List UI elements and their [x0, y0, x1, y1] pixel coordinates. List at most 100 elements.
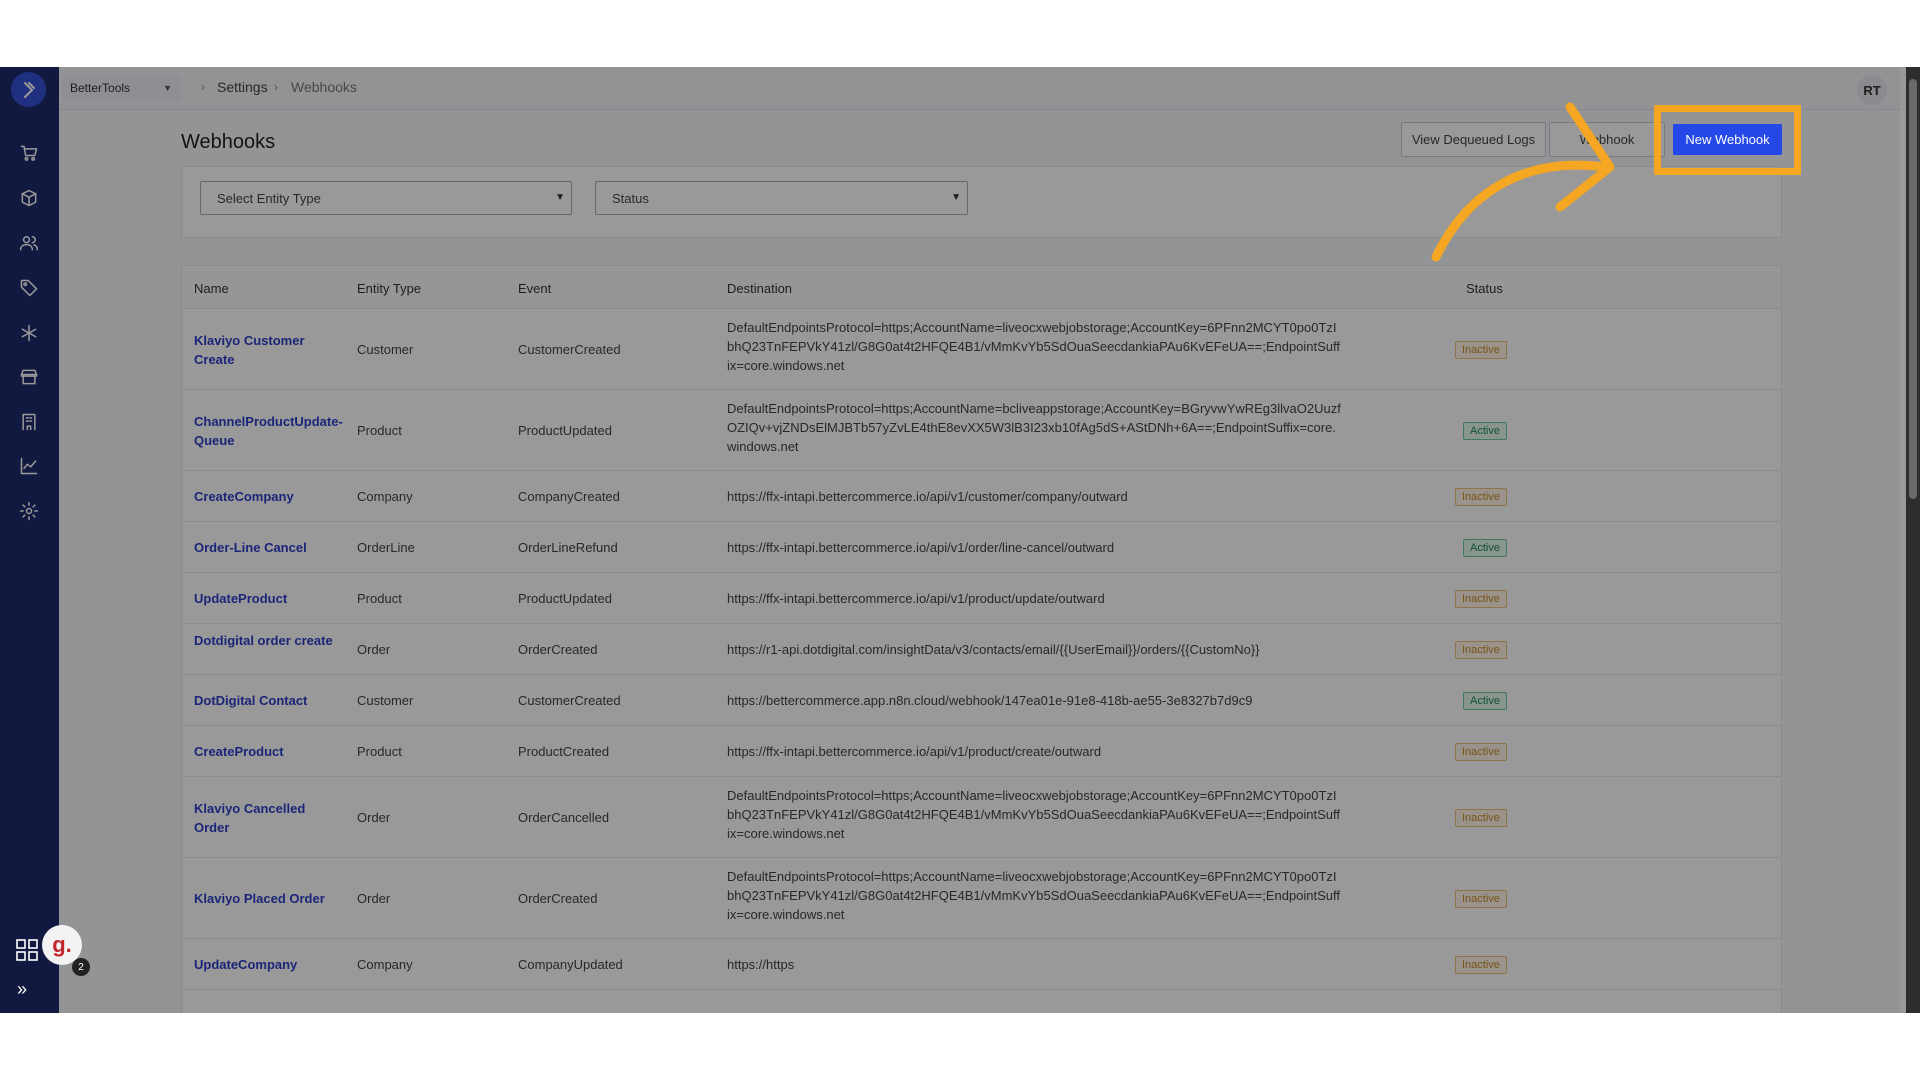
entity-type-cell: Product [357, 423, 402, 438]
users-icon[interactable] [17, 231, 41, 255]
webhooks-table: Name Entity Type Event Destination Statu… [181, 265, 1782, 1013]
webhook-name-link[interactable]: Order-Line Cancel [194, 538, 344, 557]
new-webhook-button[interactable]: New Webhook [1673, 124, 1782, 155]
table-header: Name Entity Type Event Destination Statu… [182, 266, 1781, 309]
webhook-name-link[interactable]: ChannelProductUpdate-Queue [194, 412, 344, 450]
webhook-name-link[interactable]: UpdateProduct [194, 589, 344, 608]
webhook-name-link[interactable]: CreateProduct [194, 742, 344, 761]
webhook-name-link[interactable]: Dotdigital order create [194, 631, 344, 650]
entity-type-value: Select Entity Type [217, 191, 321, 206]
scrollbar-thumb[interactable] [1909, 79, 1917, 499]
status-badge: Inactive [1455, 743, 1507, 761]
event-cell: CustomerCreated [518, 342, 621, 357]
sidebar [0, 67, 59, 1013]
col-event: Event [518, 281, 552, 296]
table-row[interactable]: Klaviyo Placed Order Order OrderCreated Def… [182, 858, 1781, 939]
entity-type-cell: OrderLine [357, 540, 415, 555]
table-row[interactable]: UpdateProduct Product ProductUpdated https:… [182, 573, 1781, 624]
destination-cell: https://ffx-intapi.bettercommerce.io/api… [727, 591, 1105, 606]
entity-type-cell: Order [357, 642, 391, 657]
status-badge: Inactive [1455, 956, 1507, 974]
breadcrumb-separator: › [274, 80, 278, 94]
destination-cell: https://ffx-intapi.bettercommerce.io/api… [727, 540, 1115, 555]
webhook-name-link[interactable]: Klaviyo Customer Create [194, 331, 344, 369]
store-icon[interactable] [17, 365, 41, 389]
event-cell: CompanyCreated [518, 489, 620, 504]
box-icon[interactable] [17, 186, 41, 210]
apps-grid-icon[interactable] [16, 939, 38, 961]
event-cell: CustomerCreated [518, 693, 621, 708]
destination-cell: https://https [727, 957, 795, 972]
entity-type-cell: Customer [357, 342, 414, 357]
col-status: Status [1466, 281, 1503, 296]
status-select[interactable]: Status ▼ [595, 181, 968, 215]
webhook-name-link[interactable]: UpdateCompany [194, 955, 344, 974]
status-badge: Inactive [1455, 641, 1507, 659]
breadcrumb-webhooks: Webhooks [291, 79, 357, 95]
table-row[interactable]: Klaviyo Cancelled Order Order OrderCancell… [182, 777, 1781, 858]
webhook-name-link[interactable]: Klaviyo Placed Order [194, 889, 344, 908]
destination-cell: DefaultEndpointsProtocol=https;AccountNa… [727, 788, 1341, 841]
destination-cell: https://bettercommerce.app.n8n.cloud/web… [727, 693, 1253, 708]
table-row[interactable]: UpdateCompany Company CompanyUpdated https:… [182, 939, 1781, 990]
destination-cell: https://r1-api.dotdigital.com/insightDat… [727, 642, 1260, 657]
table-row[interactable]: CreateCompany Company CompanyCreated https:… [182, 471, 1781, 522]
status-badge: Inactive [1455, 590, 1507, 608]
chevron-down-icon: ▼ [555, 192, 565, 203]
breadcrumb-settings[interactable]: Settings [217, 79, 268, 95]
breadcrumb-separator: › [201, 80, 205, 94]
event-cell: CompanyUpdated [518, 957, 623, 972]
event-cell: ProductUpdated [518, 423, 612, 438]
chevron-down-icon: ▼ [951, 192, 961, 203]
entity-type-cell: Product [357, 744, 402, 759]
chevron-down-icon: ▼ [163, 83, 172, 93]
pointer-arrow-icon [1431, 102, 1615, 262]
status-badge: Active [1463, 422, 1507, 440]
building-icon[interactable] [17, 410, 41, 434]
entity-type-cell: Order [357, 891, 391, 906]
destination-cell: DefaultEndpointsProtocol=https;AccountNa… [727, 320, 1341, 373]
table-row[interactable]: CreateProduct Product ProductCreated https:… [182, 726, 1781, 777]
store-name: BetterTools [70, 81, 131, 95]
event-cell: OrderCreated [518, 891, 598, 906]
chart-icon[interactable] [17, 454, 41, 478]
status-badge: Active [1463, 539, 1507, 557]
asterisk-icon[interactable] [17, 321, 41, 345]
event-cell: OrderLineRefund [518, 540, 618, 555]
destination-cell: DefaultEndpointsProtocol=https;AccountNa… [727, 869, 1341, 922]
avatar[interactable]: RT [1857, 75, 1887, 105]
app-window: Webhooks View Dequeued Logs Webhook New … [0, 67, 1920, 1013]
app-logo[interactable] [11, 72, 46, 107]
status-badge: Inactive [1455, 890, 1507, 908]
entity-type-cell: Company [357, 489, 413, 504]
store-select[interactable]: BetterTools ▼ [62, 76, 180, 101]
expand-sidebar-icon[interactable]: » [17, 979, 27, 1000]
entity-type-select[interactable]: Select Entity Type ▼ [200, 181, 572, 215]
table-row[interactable]: DotDigital Contact Customer CustomerCreate… [182, 675, 1781, 726]
tag-icon[interactable] [17, 276, 41, 300]
table-row[interactable]: Dotdigital order create Order OrderCreated… [182, 624, 1781, 675]
table-row[interactable]: ChannelProductUpdate-Queue Product Product… [182, 390, 1781, 471]
destination-cell: https://ffx-intapi.bettercommerce.io/api… [727, 489, 1128, 504]
entity-type-cell: Product [357, 591, 402, 606]
table-row[interactable]: Order-Line Cancel OrderLine OrderLineRefun… [182, 522, 1781, 573]
destination-cell: DefaultEndpointsProtocol=https;AccountNa… [727, 401, 1341, 454]
status-badge: Inactive [1455, 488, 1507, 506]
event-cell: OrderCancelled [518, 810, 610, 825]
col-name: Name [194, 281, 229, 296]
cart-icon[interactable] [17, 141, 41, 165]
destination-cell: https://ffx-intapi.bettercommerce.io/api… [727, 744, 1102, 759]
table-row[interactable]: Klaviyo Customer Create Customer CustomerC… [182, 309, 1781, 390]
status-badge: Inactive [1455, 341, 1507, 359]
status-value: Status [612, 191, 649, 206]
webhook-name-link[interactable]: Klaviyo Cancelled Order [194, 799, 344, 837]
entity-type-cell: Company [357, 957, 413, 972]
page-title: Webhooks [181, 131, 276, 153]
col-destination: Destination [727, 281, 793, 296]
chat-count-badge: 2 [72, 958, 90, 976]
event-cell: ProductUpdated [518, 591, 612, 606]
scrollbar[interactable] [1906, 67, 1920, 1013]
gear-icon[interactable] [17, 499, 41, 523]
webhook-name-link[interactable]: DotDigital Contact [194, 691, 344, 710]
webhook-name-link[interactable]: CreateCompany [194, 487, 344, 506]
